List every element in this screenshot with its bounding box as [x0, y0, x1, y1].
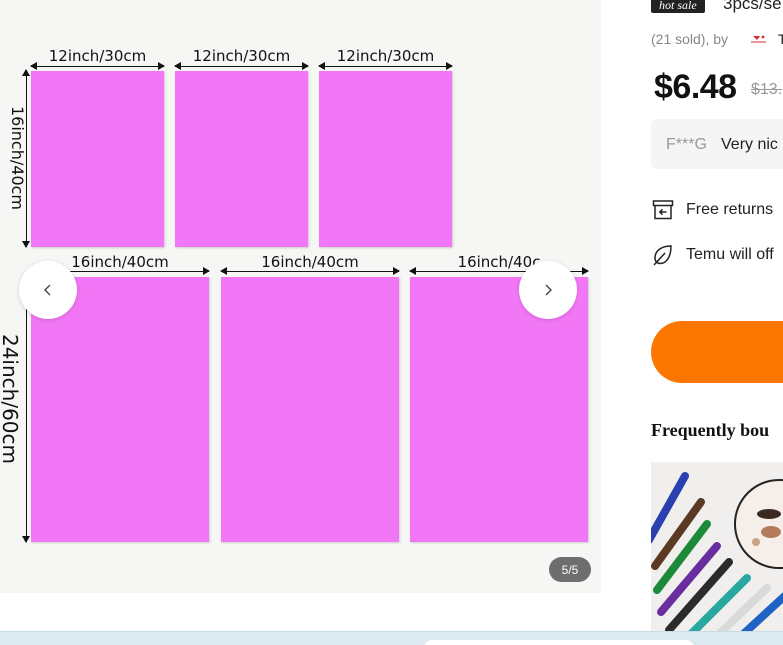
top-middle-width-label: 12inch/30cm: [192, 47, 291, 65]
chevron-left-icon: [44, 284, 51, 296]
previous-image-button[interactable]: [19, 261, 77, 319]
return-box-icon: [652, 200, 674, 220]
feature-eco[interactable]: Temu will off: [651, 243, 774, 267]
product-info-panel: hot sale 3pcs/se (21 sold), by T $6.48 $…: [651, 0, 783, 645]
hot-sale-badge: hot sale: [651, 0, 705, 13]
store-name[interactable]: T: [778, 31, 783, 47]
top-right-width-label: 12inch/30cm: [336, 47, 435, 65]
top-left-width-label: 12inch/30cm: [48, 47, 147, 65]
review-snippet[interactable]: F***G Very nic: [651, 119, 783, 169]
image-counter: 5/5: [549, 557, 591, 582]
bottom-height-label: 24inch/60cm: [0, 333, 22, 465]
top-height-label: 16inch/40cm: [8, 105, 27, 210]
frequently-bought-heading: Frequently bou: [651, 420, 770, 440]
store-logo-icon[interactable]: [750, 33, 768, 45]
canvas-panel-top-right: [319, 71, 452, 247]
chevron-right-icon: [545, 284, 552, 296]
review-text: Very nic: [721, 136, 778, 153]
canvas-panel-top-left: [31, 71, 164, 247]
eyeliner-pencils-image: [651, 462, 783, 632]
bottom-height-arrow: [21, 276, 31, 543]
original-price: $13.: [751, 81, 783, 98]
current-price: $6.48: [654, 68, 737, 106]
next-image-button[interactable]: [519, 261, 577, 319]
product-image-gallery[interactable]: 12inch/30cm 12inch/30cm 12inch/30cm 16in…: [0, 0, 601, 593]
canvas-panel-top-middle: [175, 71, 308, 247]
bottom-middle-width-label: 16inch/40cm: [261, 253, 359, 271]
product-title: 3pcs/se: [723, 0, 782, 13]
feature-free-returns[interactable]: Free returns: [651, 198, 773, 222]
leaf-icon: [653, 245, 672, 266]
add-to-cart-button[interactable]: [651, 321, 783, 383]
review-user: F***G: [666, 136, 707, 153]
feature-eco-label: Temu will off: [686, 246, 774, 263]
recommended-product-thumbnail[interactable]: [651, 462, 783, 632]
canvas-panel-bottom-middle: [221, 277, 399, 542]
sold-count: (21 sold), by: [651, 31, 729, 47]
feature-free-returns-label: Free returns: [686, 201, 774, 218]
bottom-banner-pill[interactable]: [424, 640, 694, 645]
canvas-panel-bottom-right: [410, 277, 588, 542]
